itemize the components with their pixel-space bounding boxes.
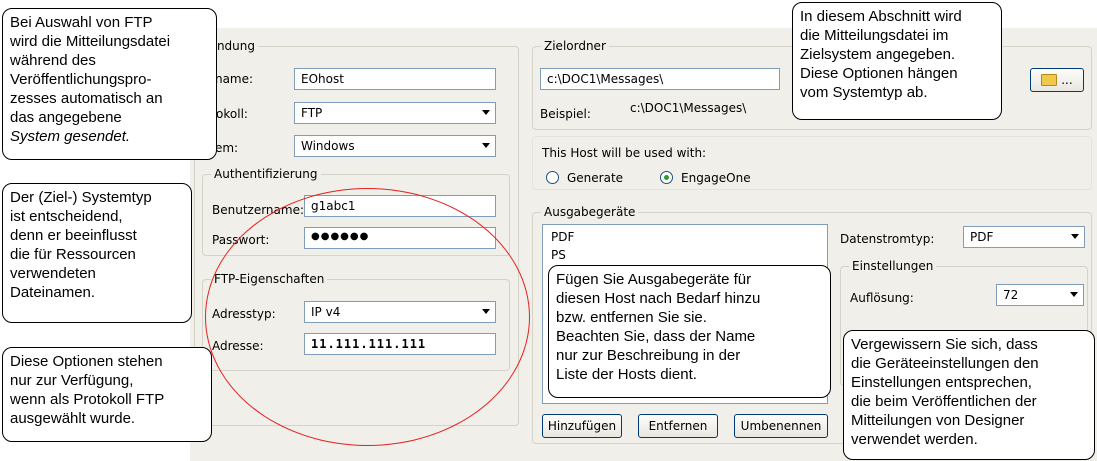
system-select[interactable]: Windows <box>294 135 496 157</box>
auth-group-title: Authentifizierung <box>211 167 321 181</box>
example-label: Beispiel: <box>540 107 591 121</box>
usage-label: This Host will be used with: <box>542 146 707 160</box>
add-device-button[interactable]: Hinzufügen <box>542 414 622 438</box>
chevron-down-icon <box>482 110 490 115</box>
browse-folder-button[interactable]: ... <box>1030 68 1084 92</box>
resolution-value: 72 <box>1003 288 1019 302</box>
protocol-select[interactable]: FTP <box>294 102 496 124</box>
callout-target: In diesem Abschnitt wird die Mitteilungs… <box>792 2 1002 120</box>
target-folder-title: Zielordner <box>541 39 609 53</box>
callout-system: Der (Ziel-) Systemtyp ist entscheidend, … <box>2 183 192 323</box>
callout-devices: Fügen Sie Ausgabegeräte für diesen Host … <box>548 265 831 398</box>
callout-settings: Vergewissern Sie sich, dass die Geräteei… <box>843 330 1095 460</box>
stream-type-label: Datenstromtyp: <box>840 232 935 246</box>
callout-protocol: Diese Optionen stehen nur zur Verfügung,… <box>2 347 212 442</box>
resolution-select[interactable]: 72 <box>996 284 1084 306</box>
settings-group-title: Einstellungen <box>849 259 937 273</box>
radio-generate-label[interactable]: Generate <box>567 171 623 185</box>
rename-device-button[interactable]: Umbenennen <box>734 414 828 438</box>
chevron-down-icon <box>1070 292 1078 297</box>
folder-icon <box>1041 74 1058 86</box>
chevron-down-icon <box>1071 234 1079 239</box>
remove-device-button[interactable]: Entfernen <box>638 414 718 438</box>
stream-type-select[interactable]: PDF <box>963 226 1085 248</box>
system-select-value: Windows <box>301 139 355 153</box>
browse-button-label: ... <box>1061 73 1073 87</box>
radio-generate[interactable] <box>546 171 559 184</box>
protocol-select-value: FTP <box>301 106 323 120</box>
radio-engageone-label[interactable]: EngageOne <box>681 171 751 185</box>
callout-ftp: Bei Auswahl von FTP wird die Mitteilungs… <box>2 8 217 160</box>
highlight-ellipse <box>205 188 530 446</box>
hostname-input[interactable]: EOhost <box>294 68 496 90</box>
list-item[interactable]: PDF <box>551 230 574 244</box>
chevron-down-icon <box>482 143 490 148</box>
stream-type-value: PDF <box>970 230 994 244</box>
list-item[interactable]: PS <box>551 248 566 262</box>
target-folder-input[interactable]: c:\DOC1\Messages\ <box>540 68 780 90</box>
resolution-label: Auflösung: <box>850 291 914 305</box>
output-devices-title: Ausgabegeräte <box>541 205 639 219</box>
example-value: c:\DOC1\Messages\ <box>630 101 747 115</box>
radio-engageone[interactable] <box>660 171 673 184</box>
